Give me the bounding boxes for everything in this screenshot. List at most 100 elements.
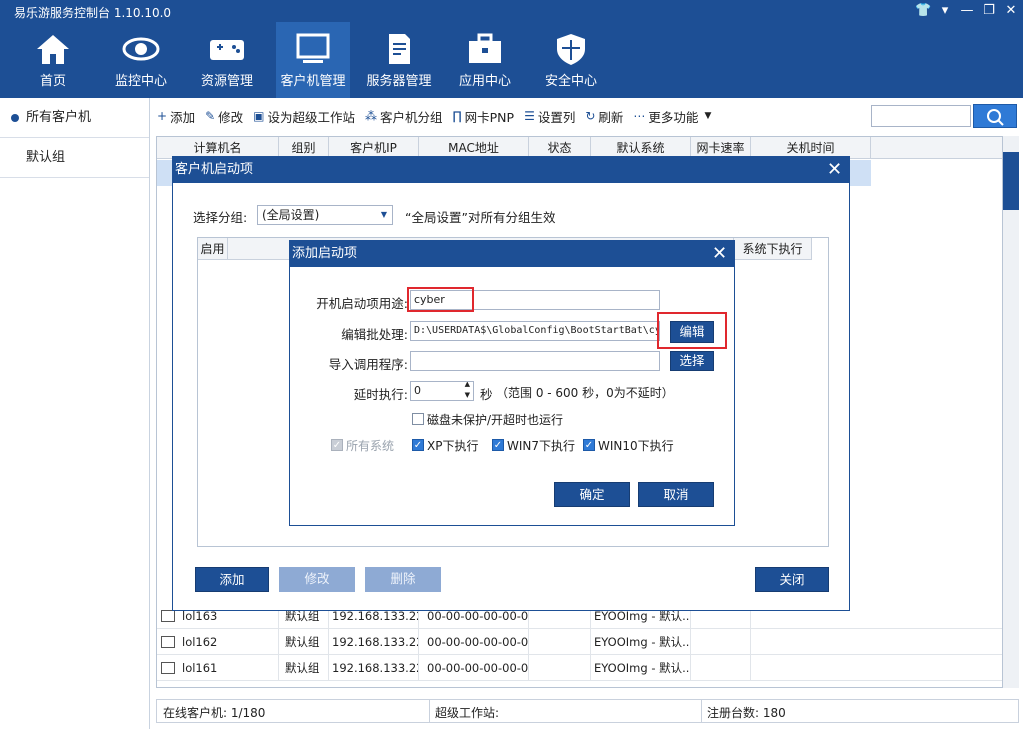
add-startup-item-dialog: 添加启动项 ✕ 开机启动项用途: cyber 编辑批处理: D:\USERDAT… xyxy=(289,240,735,526)
refresh-icon: ↻ xyxy=(585,109,596,123)
cell-name: lol162 xyxy=(179,629,279,655)
workstation-icon: ▣ xyxy=(253,109,265,123)
nav-security[interactable]: 安全中心 xyxy=(534,22,608,98)
win10-checkbox[interactable]: ✓ xyxy=(583,439,595,451)
nav-label: 安全中心 xyxy=(544,74,597,89)
refresh-button[interactable]: ↻ 刷新 xyxy=(580,103,628,129)
cell-mac: 00-00-00-00-00-00 xyxy=(419,629,529,655)
delay-label: 延时执行: xyxy=(353,387,408,402)
nav-app-center[interactable]: 应用中心 xyxy=(448,22,522,98)
minimize-button[interactable]: — xyxy=(959,2,975,20)
table-row[interactable]: lol161 默认组 192.168.133.220 00-00-00-00-0… xyxy=(157,655,1002,681)
delete-button[interactable]: 删除 xyxy=(365,567,441,592)
more-label: 更多功能 xyxy=(648,109,699,125)
xp-label: XP下执行 xyxy=(427,439,479,453)
nic-icon: ∏ xyxy=(452,109,462,123)
cell-group: 默认组 xyxy=(279,655,329,681)
group-button[interactable]: ⁂ 客户机分组 xyxy=(360,103,448,129)
win10-label: WIN10下执行 xyxy=(598,439,674,453)
disk-option-checkbox[interactable] xyxy=(412,413,424,425)
set-super-button[interactable]: ▣ 设为超级工作站 xyxy=(248,103,360,129)
close-icon[interactable]: ✕ xyxy=(827,160,842,180)
set-columns-button[interactable]: ☰ 设置列 xyxy=(519,103,580,129)
all-systems-checkbox[interactable]: ✓ xyxy=(331,439,343,451)
cell-ip: 192.168.133.221 xyxy=(329,629,419,655)
col-header[interactable]: 系统下执行 xyxy=(734,238,812,260)
spin-arrows-icon[interactable]: ▲ ▼ xyxy=(465,382,470,400)
status-registered: 注册台数: 180 xyxy=(707,706,786,720)
sidebar-item-default-group[interactable]: 默认组 xyxy=(0,138,149,178)
delay-unit: 秒 xyxy=(480,387,493,402)
status-online: 在线客户机: 1/180 xyxy=(163,706,266,720)
skin-icon[interactable]: 👕 xyxy=(915,2,931,20)
nic-pnp-button[interactable]: ∏ 网卡PNP xyxy=(448,103,520,129)
nav-label: 监控中心 xyxy=(114,74,167,89)
nav-home[interactable]: 首页 xyxy=(16,22,90,98)
bullet-icon xyxy=(11,114,19,122)
chevron-down-icon: ▼ xyxy=(380,210,387,219)
cell-name: lol161 xyxy=(179,655,279,681)
search-icon xyxy=(987,109,1004,126)
cell-shutdown xyxy=(751,655,1002,681)
columns-icon: ☰ xyxy=(524,109,535,123)
search-input[interactable] xyxy=(871,105,971,127)
group-label: 选择分组: xyxy=(193,210,248,225)
eye-icon xyxy=(122,37,160,61)
import-input[interactable] xyxy=(410,351,660,371)
add-button[interactable]: 添加 xyxy=(195,567,269,592)
delay-value: 0 xyxy=(414,384,421,397)
more-button[interactable]: ⋯ 更多功能 ▼ xyxy=(628,103,716,129)
dots-icon: ⋯ xyxy=(633,109,646,123)
cell-status xyxy=(529,629,591,655)
col-header[interactable]: 启用 xyxy=(198,238,228,260)
batch-input[interactable]: D:\USERDATA$\GlobalConfig\BootStartBat\c… xyxy=(410,321,660,341)
sidebar: 所有客户机 默认组 xyxy=(0,98,150,729)
nav-server-mgmt[interactable]: 服务器管理 xyxy=(362,22,436,98)
close-icon[interactable]: ✕ xyxy=(712,244,727,264)
top-bar: 易乐游服务控制台 1.10.10.0 👕 ▾ — ❐ ✕ 首页 监控中心 资源管… xyxy=(0,0,1023,98)
nav-resources[interactable]: 资源管理 xyxy=(190,22,264,98)
edit-button[interactable]: 修改 xyxy=(279,567,355,592)
pencil-icon: ✎ xyxy=(205,109,216,123)
all-systems-label: 所有系统 xyxy=(346,439,395,453)
cell-mac: 00-00-00-00-00-00 xyxy=(419,655,529,681)
xp-checkbox[interactable]: ✓ xyxy=(412,439,424,451)
nav-client-mgmt[interactable]: 客户机管理 xyxy=(276,22,350,98)
status-super: 超级工作站: xyxy=(435,706,500,720)
delay-note: （范围 0 - 600 秒，0为不延时） xyxy=(496,386,674,400)
delay-stepper[interactable]: 0 ▲ ▼ xyxy=(410,381,474,401)
choose-button[interactable]: 选择 xyxy=(670,351,714,371)
ok-button[interactable]: 确定 xyxy=(554,482,630,507)
cell-nic-speed xyxy=(691,629,751,655)
nav-label: 服务器管理 xyxy=(366,74,432,89)
restore-button[interactable]: ❐ xyxy=(981,2,997,20)
sidebar-item-all-clients[interactable]: 所有客户机 xyxy=(0,98,149,138)
toolbox-icon xyxy=(469,33,501,63)
batch-label: 编辑批处理: xyxy=(341,327,408,342)
search-button[interactable] xyxy=(973,104,1017,128)
nav-monitor[interactable]: 监控中心 xyxy=(104,22,178,98)
cell-shutdown xyxy=(751,629,1002,655)
plus-icon: + xyxy=(157,109,168,123)
edit-button[interactable]: ✎ 修改 xyxy=(200,103,248,129)
refresh-label: 刷新 xyxy=(598,109,624,125)
win7-checkbox[interactable]: ✓ xyxy=(492,439,504,451)
add-button[interactable]: + 添加 xyxy=(152,103,200,129)
group-note: “全局设置”对所有分组生效 xyxy=(405,210,556,225)
vertical-scrollbar[interactable] xyxy=(1003,136,1019,688)
close-button[interactable]: 关闭 xyxy=(755,567,829,592)
chevron-down-icon: ▼ xyxy=(704,111,712,121)
nav-label: 首页 xyxy=(39,74,66,89)
scrollbar-thumb[interactable] xyxy=(1003,152,1019,210)
group-select[interactable]: (全局设置) ▼ xyxy=(257,205,393,225)
cell-group: 默认组 xyxy=(279,629,329,655)
dialog-title: 客户机启动项 xyxy=(173,157,849,183)
set-super-label: 设为超级工作站 xyxy=(267,109,356,125)
menu-button[interactable]: ▾ xyxy=(937,2,953,20)
purpose-label: 开机启动项用途: xyxy=(316,296,408,311)
col-header-empty xyxy=(871,137,1002,159)
cancel-button[interactable]: 取消 xyxy=(638,482,714,507)
cell-status xyxy=(529,655,591,681)
table-row[interactable]: lol162 默认组 192.168.133.221 00-00-00-00-0… xyxy=(157,629,1002,655)
close-button[interactable]: ✕ xyxy=(1003,2,1019,20)
